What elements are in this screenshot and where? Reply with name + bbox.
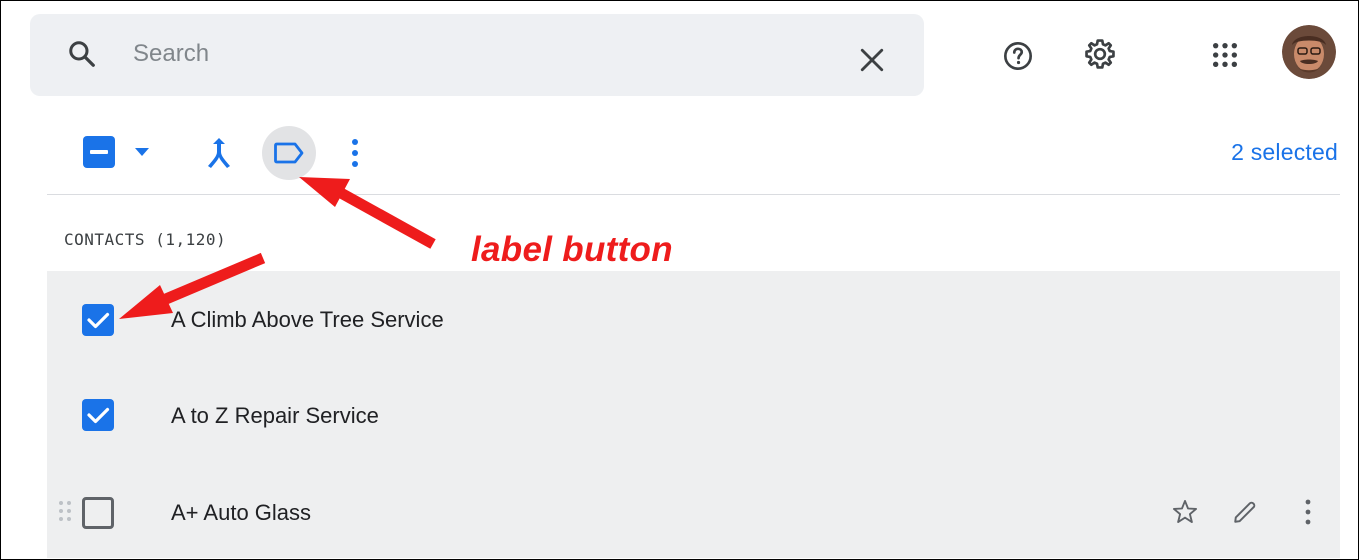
select-all-checkbox[interactable] (83, 136, 115, 168)
contact-name[interactable]: A to Z Repair Service (171, 403, 379, 429)
contact-name[interactable]: A Climb Above Tree Service (171, 307, 444, 333)
check-icon (87, 312, 110, 329)
pencil-icon[interactable] (1232, 499, 1258, 525)
table-row[interactable]: A to Z Repair Service (47, 366, 1340, 461)
contact-name[interactable]: A+ Auto Glass (171, 500, 311, 526)
toolbar-divider (47, 194, 1340, 195)
merge-icon[interactable] (206, 136, 232, 170)
search-input[interactable] (133, 37, 733, 71)
row-checkbox[interactable] (82, 497, 114, 529)
app-window: 2 selected CONTACTS (1,120) A Climb Abov… (0, 0, 1359, 560)
table-row[interactable]: A+ Auto Glass (47, 461, 1340, 558)
help-icon[interactable] (1002, 40, 1034, 72)
selected-count: 2 selected (1231, 139, 1338, 165)
annotation-label: label button (471, 230, 673, 269)
label-button[interactable] (262, 126, 316, 180)
star-icon[interactable] (1171, 498, 1199, 526)
row-checkbox[interactable] (82, 399, 114, 431)
table-row[interactable]: A Climb Above Tree Service (47, 271, 1340, 366)
search-icon[interactable] (67, 39, 97, 69)
contacts-count-header: CONTACTS (1,120) (64, 230, 227, 249)
gear-icon[interactable] (1083, 37, 1117, 71)
check-icon (87, 407, 110, 424)
apps-grid-icon[interactable] (1211, 41, 1239, 69)
more-vert-icon[interactable] (348, 136, 362, 170)
close-icon[interactable] (859, 47, 885, 73)
avatar[interactable] (1282, 25, 1336, 79)
label-icon (274, 142, 304, 164)
row-checkbox[interactable] (82, 304, 114, 336)
arrow-to-label-button (299, 177, 436, 249)
more-vert-icon[interactable] (1303, 498, 1313, 526)
drag-handle-icon[interactable] (57, 499, 73, 523)
chevron-down-icon[interactable] (134, 147, 150, 157)
